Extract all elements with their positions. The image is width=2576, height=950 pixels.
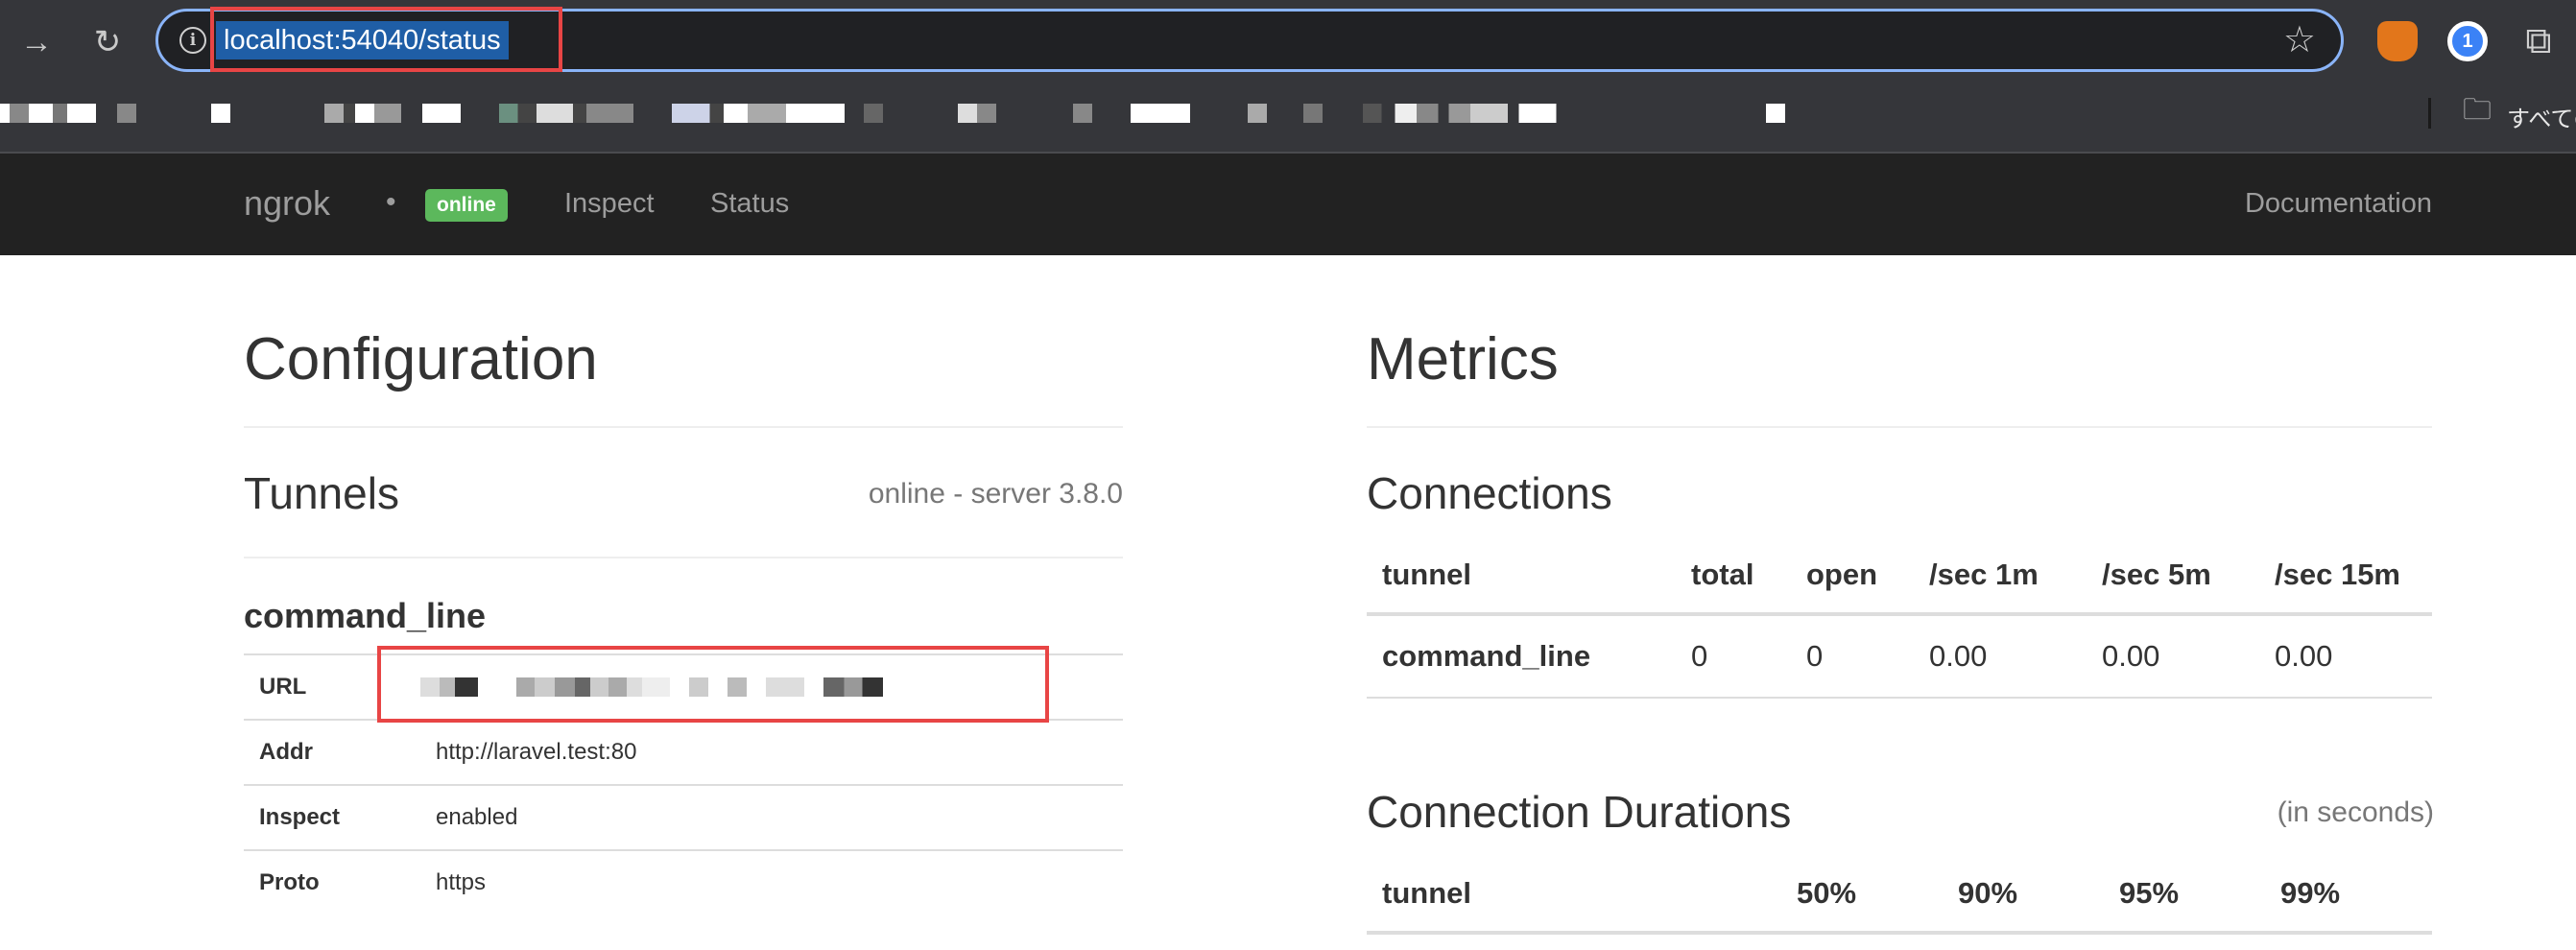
bookmark-item[interactable] xyxy=(1248,104,1267,123)
bookmark-item[interactable] xyxy=(499,104,633,123)
config-value-inspect: enabled xyxy=(420,784,1123,850)
nav-link-documentation[interactable]: Documentation xyxy=(2245,182,2432,225)
bookmark-item[interactable] xyxy=(422,104,461,123)
bookmark-star-icon[interactable]: ☆ xyxy=(2283,19,2316,61)
other-bookmarks-label[interactable]: すべての xyxy=(2507,100,2576,133)
bookmarks-bar: 🗀 すべての xyxy=(0,84,2576,154)
bookmark-item[interactable] xyxy=(1131,104,1190,123)
config-key-addr: Addr xyxy=(244,719,420,785)
forward-icon[interactable]: → xyxy=(12,17,61,67)
table-cell: 0.00 xyxy=(2087,614,2259,699)
config-value-addr: http://laravel.test:80 xyxy=(420,719,1123,785)
column-header: 90% xyxy=(1943,856,2104,935)
tunnels-title: Tunnels xyxy=(244,468,399,518)
bookmarks-separator xyxy=(2428,98,2431,129)
bookmark-item[interactable] xyxy=(864,104,883,123)
url-annotation-box xyxy=(377,646,1049,723)
table-header-row: tunnel 50% 90% 95% 99% xyxy=(1367,856,2432,935)
bookmark-item[interactable] xyxy=(1363,104,1632,123)
nav-link-status[interactable]: Status xyxy=(710,182,789,225)
status-badge: online xyxy=(425,189,508,222)
column-header: total xyxy=(1676,537,1791,616)
divider xyxy=(1367,426,2432,428)
configuration-title: Configuration xyxy=(244,326,598,392)
durations-table: tunnel 50% 90% 95% 99% xyxy=(1367,856,2432,935)
divider xyxy=(244,557,1123,558)
table-cell: 0.00 xyxy=(2259,614,2432,699)
bookmark-item[interactable] xyxy=(0,104,96,123)
bookmark-item[interactable] xyxy=(1766,104,1785,123)
table-cell: 0.00 xyxy=(1914,614,2087,699)
metamask-extension-icon[interactable] xyxy=(2377,21,2418,61)
column-header: /sec 1m xyxy=(1914,537,2087,616)
bookmark-item[interactable] xyxy=(211,104,230,123)
column-header: tunnel xyxy=(1367,856,1781,935)
config-key-inspect: Inspect xyxy=(244,784,420,850)
table-cell: 0 xyxy=(1676,614,1791,699)
folder-icon[interactable]: 🗀 xyxy=(2463,96,2493,125)
column-header: /sec 5m xyxy=(2087,537,2259,616)
bookmark-item[interactable] xyxy=(1073,104,1092,123)
table-row: command_line 0 0 0.00 0.00 0.00 xyxy=(1367,614,2432,699)
column-header: /sec 15m xyxy=(2259,537,2432,616)
bookmark-item[interactable] xyxy=(958,104,996,123)
ngrok-brand[interactable]: ngrok xyxy=(244,182,330,225)
site-info-icon[interactable]: i xyxy=(179,27,206,54)
table-row: Addr http://laravel.test:80 xyxy=(244,719,1123,785)
password-manager-extension-icon[interactable]: 1 xyxy=(2447,21,2488,61)
column-header: open xyxy=(1791,537,1914,616)
metrics-title: Metrics xyxy=(1367,326,1559,392)
column-header: tunnel xyxy=(1367,537,1676,616)
column-header: 50% xyxy=(1781,856,1943,935)
bookmark-item[interactable] xyxy=(324,104,401,123)
config-value-proto: https xyxy=(420,849,1123,914)
tunnel-name: command_line xyxy=(244,596,487,635)
nav-link-inspect[interactable]: Inspect xyxy=(564,182,655,225)
divider xyxy=(244,426,1123,428)
bookmark-item[interactable] xyxy=(672,104,845,123)
server-status-text: online - server 3.8.0 xyxy=(868,478,1123,510)
column-header: 95% xyxy=(2104,856,2265,935)
extensions-puzzle-icon[interactable]: ⧉ xyxy=(2518,21,2559,61)
bookmark-item[interactable] xyxy=(117,104,136,123)
table-row: Proto https xyxy=(244,849,1123,914)
table-cell: command_line xyxy=(1367,614,1676,699)
connections-title: Connections xyxy=(1367,468,1612,518)
durations-unit-note: (in seconds) xyxy=(2277,796,2434,828)
config-key-proto: Proto xyxy=(244,849,420,914)
ngrok-navbar: ngrok • online Inspect Status Documentat… xyxy=(0,154,2576,255)
browser-toolbar: → ↻ i localhost:54040/status ☆ 1 ⧉ xyxy=(0,0,2576,84)
table-cell: 0 xyxy=(1791,614,1914,699)
reload-icon[interactable]: ↻ xyxy=(83,17,132,67)
status-separator-dot: • xyxy=(386,186,396,218)
connections-table: tunnel total open /sec 1m /sec 5m /sec 1… xyxy=(1367,537,2432,699)
table-header-row: tunnel total open /sec 1m /sec 5m /sec 1… xyxy=(1367,537,2432,616)
bookmark-item[interactable] xyxy=(1303,104,1323,123)
column-header: 99% xyxy=(2265,856,2432,935)
url-annotation-box xyxy=(210,7,562,72)
table-row: Inspect enabled xyxy=(244,784,1123,850)
connection-durations-title: Connection Durations xyxy=(1367,787,1792,837)
